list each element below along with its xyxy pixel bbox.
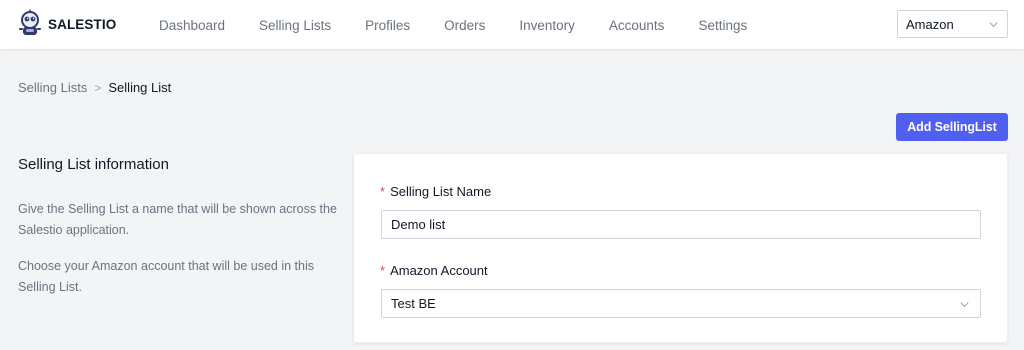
section-title: Selling List information xyxy=(18,156,169,173)
top-navbar: SALESTIO Dashboard Selling Lists Profile… xyxy=(0,0,1024,50)
brand-logo[interactable]: SALESTIO xyxy=(16,9,116,39)
amazon-account-label: * Amazon Account xyxy=(380,263,488,278)
selling-list-name-label: * Selling List Name xyxy=(380,184,491,199)
breadcrumb-current: Selling List xyxy=(108,80,172,95)
marketplace-selected-value: Amazon xyxy=(906,16,954,32)
nav-item-inventory[interactable]: Inventory xyxy=(502,18,592,33)
breadcrumb: Selling Lists > Selling List xyxy=(18,80,171,95)
section-description-account: Choose your Amazon account that will be … xyxy=(18,259,315,294)
robot-logo-icon xyxy=(19,9,41,35)
chevron-down-icon xyxy=(960,302,969,308)
chevron-down-icon xyxy=(989,22,998,28)
selling-list-form-card: * Selling List Name * Amazon Account Tes… xyxy=(353,153,1008,343)
amazon-account-select[interactable]: Test BE xyxy=(381,289,981,318)
breadcrumb-separator: > xyxy=(94,80,102,95)
brand-name: SALESTIO xyxy=(48,16,117,32)
nav-item-orders[interactable]: Orders xyxy=(427,18,502,33)
marketplace-select[interactable]: Amazon xyxy=(897,10,1008,38)
selling-list-name-label-text: Selling List Name xyxy=(390,184,492,199)
add-selling-list-button[interactable]: Add SellingList xyxy=(896,113,1008,141)
main-nav: Dashboard Selling Lists Profiles Orders … xyxy=(142,0,764,50)
amazon-account-label-text: Amazon Account xyxy=(390,263,488,278)
required-marker: * xyxy=(380,184,386,199)
nav-item-accounts[interactable]: Accounts xyxy=(592,18,682,33)
selling-list-name-input[interactable] xyxy=(381,210,981,239)
breadcrumb-link-selling-lists[interactable]: Selling Lists xyxy=(18,80,87,95)
required-marker: * xyxy=(380,263,386,278)
nav-item-settings[interactable]: Settings xyxy=(681,18,764,33)
nav-item-dashboard[interactable]: Dashboard xyxy=(142,18,242,33)
nav-item-selling-lists[interactable]: Selling Lists xyxy=(242,18,348,33)
nav-item-profiles[interactable]: Profiles xyxy=(348,18,427,33)
section-description-name: Give the Selling List a name that will b… xyxy=(18,202,337,237)
amazon-account-selected-value: Test BE xyxy=(391,296,436,311)
